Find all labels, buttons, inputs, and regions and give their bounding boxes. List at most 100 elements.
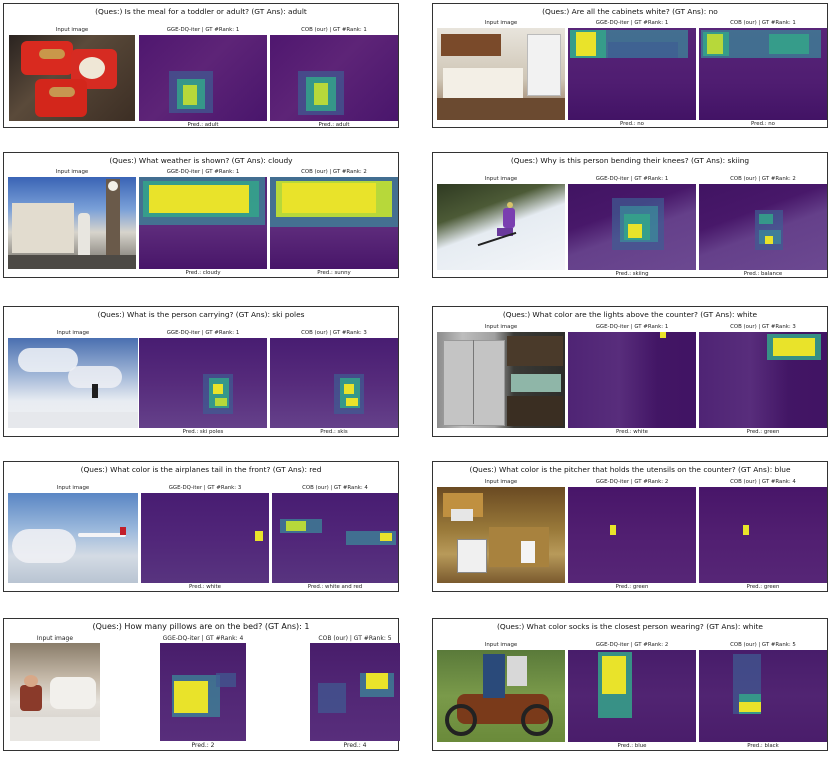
- method2-label: COB (our) | GT #Rank: 2: [301, 169, 367, 175]
- method2-prediction: Pred.: green: [746, 429, 780, 435]
- input-image-label: Input image: [484, 642, 518, 648]
- input-image-label: Input image: [56, 330, 90, 336]
- heatmap-method2: [272, 493, 398, 583]
- input-image-label: Input image: [484, 324, 518, 330]
- method2-prediction: Pred.: green: [746, 584, 780, 590]
- input-image: [437, 184, 565, 270]
- method1-label: GGE-DQ-iter | GT #Rank: 1: [166, 169, 240, 175]
- heatmap-method1: [141, 493, 269, 583]
- heatmap-method1: [139, 35, 267, 121]
- input-image: [8, 493, 138, 583]
- method1-prediction: Pred.: white: [189, 584, 221, 590]
- heatmap-method1: [139, 177, 267, 269]
- input-image: [10, 643, 100, 741]
- method1-prediction: Pred.: skiing: [615, 271, 649, 277]
- heatmap-method1: [568, 332, 696, 428]
- method1-prediction: Pred.: no: [620, 121, 644, 127]
- method1-label: GGE-DQ-iter | GT #Rank: 3: [168, 485, 242, 491]
- method2-label: COB (our) | GT #Rank: 3: [301, 330, 367, 336]
- method2-label: COB (our) | GT #Rank: 5: [730, 642, 796, 648]
- figure-panel-meal: (Ques:) Is the meal for a toddler or adu…: [3, 3, 399, 128]
- panel-question: (Ques:) What color is the pitcher that h…: [469, 465, 791, 474]
- method1-prediction: Pred.: green: [615, 584, 649, 590]
- figure-panel-ski-poles: (Ques:) What is the person carrying? (GT…: [3, 306, 399, 437]
- method1-prediction: Pred.: 2: [191, 742, 215, 749]
- method2-prediction: Pred.: skis: [320, 429, 348, 435]
- panel-question: (Ques:) Is the meal for a toddler or adu…: [95, 7, 307, 16]
- method2-prediction: Pred.: white and red: [307, 584, 363, 590]
- heatmap-method1: [139, 338, 267, 428]
- method1-label: GGE-DQ-iter | GT #Rank: 1: [595, 20, 669, 26]
- heatmap-method2: [270, 35, 398, 121]
- figure-panel-skiing: (Ques:) Why is this person bending their…: [432, 152, 828, 278]
- method2-label: COB (our) | GT #Rank: 4: [302, 485, 368, 491]
- method1-prediction: Pred.: ski poles: [182, 429, 224, 435]
- figure-panel-pillows: (Ques:) How many pillows are on the bed?…: [3, 618, 400, 751]
- input-image-label: Input image: [55, 27, 89, 33]
- figure-panel-cabinets: (Ques:) Are all the cabinets white? (GT …: [432, 3, 828, 128]
- heatmap-method1: [568, 184, 696, 270]
- method1-label: GGE-DQ-iter | GT #Rank: 1: [166, 27, 240, 33]
- method2-label: COB (our) | GT #Rank: 1: [730, 20, 796, 26]
- figure-panel-lights: (Ques:) What color are the lights above …: [432, 306, 828, 437]
- method1-prediction: Pred.: adult: [187, 122, 219, 128]
- method2-label: COB (our) | GT #Rank: 1: [301, 27, 367, 33]
- method1-prediction: Pred.: blue: [617, 743, 647, 749]
- panel-question: (Ques:) Why is this person bending their…: [510, 156, 750, 165]
- method2-label: COB (our) | GT #Rank: 5: [318, 635, 392, 642]
- input-image: [437, 332, 565, 428]
- method1-label: GGE-DQ-iter | GT #Rank: 1: [595, 324, 669, 330]
- method1-label: GGE-DQ-iter | GT #Rank: 1: [595, 176, 669, 182]
- heatmap-method1: [568, 650, 696, 742]
- input-image: [437, 650, 565, 742]
- heatmap-method1: [568, 487, 696, 583]
- method1-label: GGE-DQ-iter | GT #Rank: 4: [162, 635, 244, 642]
- panel-question: (Ques:) What is the person carrying? (GT…: [97, 310, 305, 319]
- heatmap-method2: [270, 338, 398, 428]
- input-image: [9, 35, 135, 121]
- panel-question: (Ques:) What color is the airplanes tail…: [80, 465, 322, 474]
- method2-label: COB (our) | GT #Rank: 3: [730, 324, 796, 330]
- heatmap-method2: [699, 184, 827, 270]
- panel-question: (Ques:) What color are the lights above …: [502, 310, 758, 319]
- figure-panel-socks: (Ques:) What color socks is the closest …: [432, 618, 828, 751]
- input-image: [8, 338, 138, 428]
- method2-prediction: Pred.: adult: [318, 122, 350, 128]
- method1-label: GGE-DQ-iter | GT #Rank: 2: [595, 642, 669, 648]
- heatmap-method2: [699, 28, 827, 120]
- figure-panel-pitcher: (Ques:) What color is the pitcher that h…: [432, 461, 828, 592]
- panel-question: (Ques:) What weather is shown? (GT Ans):…: [109, 156, 293, 165]
- method1-prediction: Pred.: cloudy: [185, 270, 221, 276]
- panel-question: (Ques:) How many pillows are on the bed?…: [92, 622, 310, 631]
- method1-label: GGE-DQ-iter | GT #Rank: 2: [595, 479, 669, 485]
- heatmap-method1: [160, 643, 246, 741]
- input-image-label: Input image: [56, 485, 90, 491]
- input-image-label: Input image: [55, 169, 89, 175]
- method1-label: GGE-DQ-iter | GT #Rank: 1: [166, 330, 240, 336]
- heatmap-method2: [699, 650, 827, 742]
- method2-label: COB (our) | GT #Rank: 2: [730, 176, 796, 182]
- method2-prediction: Pred.: black: [747, 743, 779, 749]
- input-image: [437, 487, 565, 583]
- panel-question: (Ques:) Are all the cabinets white? (GT …: [542, 7, 718, 16]
- input-image-label: Input image: [484, 176, 518, 182]
- input-image-label: Input image: [484, 20, 518, 26]
- heatmap-method1: [568, 28, 696, 120]
- heatmap-method2: [310, 643, 400, 741]
- method2-prediction: Pred.: sunny: [317, 270, 351, 276]
- method2-prediction: Pred.: 4: [343, 742, 367, 749]
- heatmap-method2: [699, 332, 827, 428]
- figure-panel-airplane: (Ques:) What color is the airplanes tail…: [3, 461, 399, 592]
- panel-question: (Ques:) What color socks is the closest …: [497, 622, 763, 631]
- method2-prediction: Pred.: balance: [743, 271, 783, 277]
- input-image-label: Input image: [36, 635, 74, 642]
- figure-panel-weather: (Ques:) What weather is shown? (GT Ans):…: [3, 152, 399, 278]
- method2-label: COB (our) | GT #Rank: 4: [730, 479, 796, 485]
- heatmap-method2: [270, 177, 398, 269]
- input-image-label: Input image: [484, 479, 518, 485]
- method2-prediction: Pred.: no: [751, 121, 775, 127]
- heatmap-method2: [699, 487, 827, 583]
- method1-prediction: Pred.: white: [616, 429, 648, 435]
- input-image: [8, 177, 136, 269]
- input-image: [437, 28, 565, 120]
